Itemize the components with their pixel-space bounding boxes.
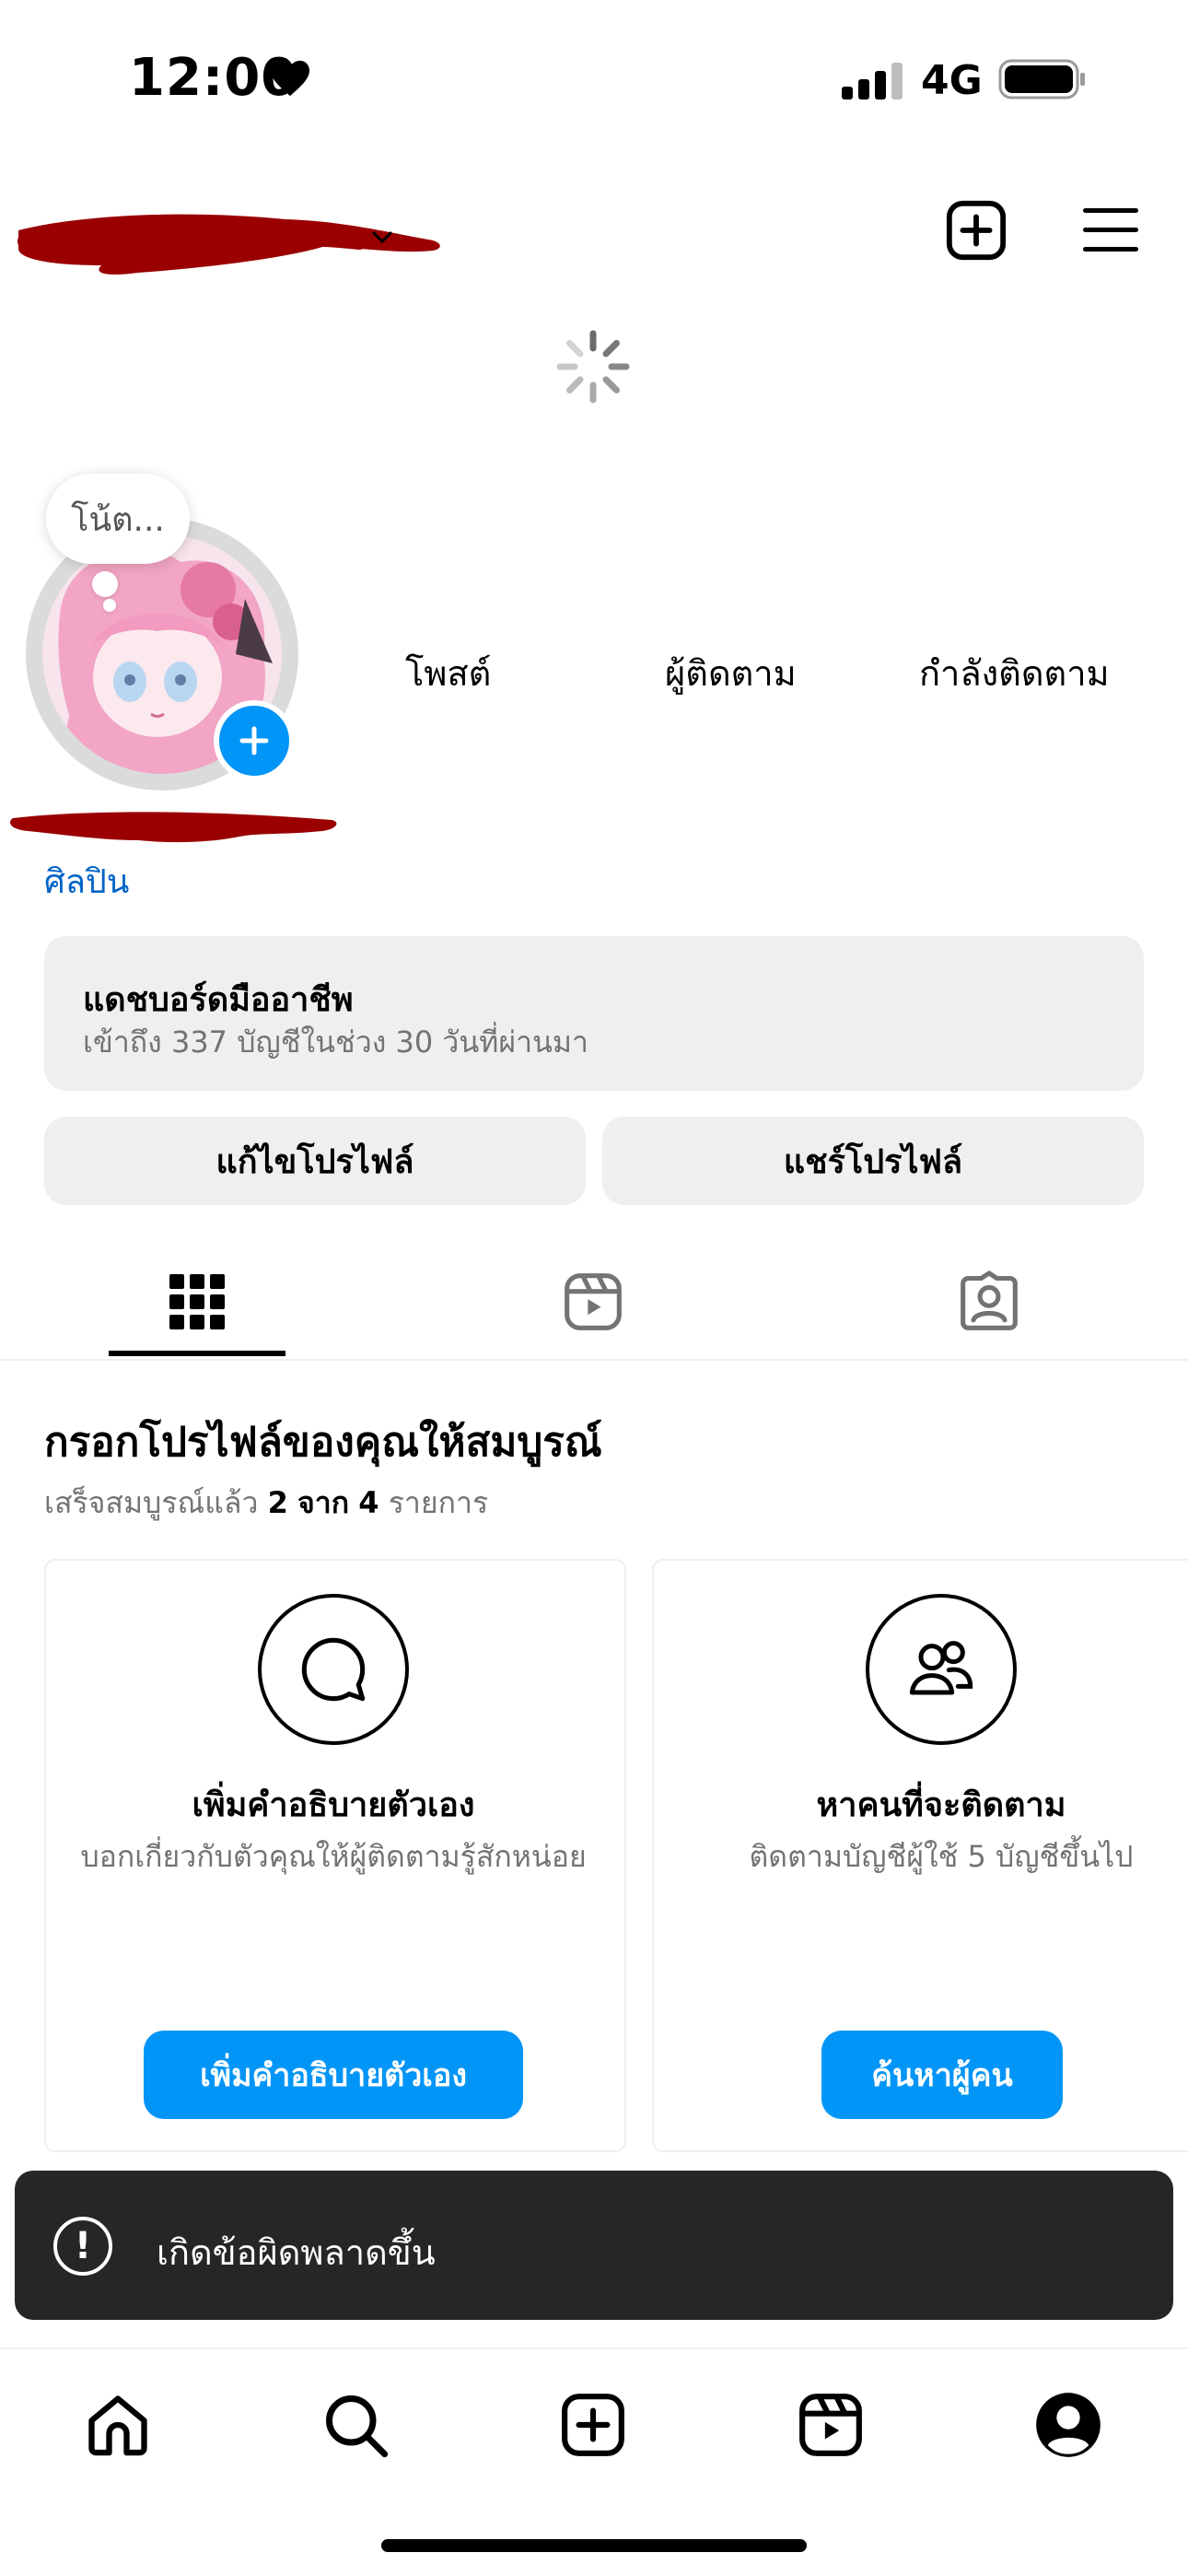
hamburger-menu-icon: [1083, 208, 1138, 252]
bio-icon-circle: [258, 1594, 409, 1745]
search-icon: [326, 2395, 389, 2458]
edit-profile-button[interactable]: แก้ไขโปรไฟล์: [44, 1117, 586, 1205]
redacted-username[interactable]: [9, 193, 451, 295]
complete-profile-progress: เสร็จสมบูรณ์แล้ว 2 จาก 4 รายการ: [44, 1480, 488, 1527]
exclamation-icon: !: [53, 2217, 112, 2276]
people-icon: [909, 1641, 973, 1695]
followers-stat[interactable]: ผู้ติดตาม: [665, 645, 797, 701]
dashboard-subtitle: เข้าถึง 337 บัญชีในช่วง 30 วันที่ผ่านมา: [83, 1025, 588, 1060]
active-tab-indicator: [109, 1351, 285, 1356]
speech-bubble-icon: [301, 1637, 366, 1702]
tab-tagged[interactable]: [934, 1260, 1044, 1343]
share-profile-button[interactable]: แชร์โปรไฟล์: [602, 1117, 1144, 1205]
find-people-desc: ติดตามบัญชีผู้ใช้ 5 บัญชีขึ้นไป: [749, 1839, 1134, 1874]
note-text: โน้ต...: [71, 500, 165, 539]
home-icon: [88, 2395, 147, 2456]
redacted-display-name: [10, 812, 337, 843]
battery-icon: [998, 59, 1085, 100]
tagged-user-icon: [961, 1270, 1018, 1330]
menu-button[interactable]: [1074, 193, 1147, 267]
reels-icon: [565, 1273, 622, 1330]
nav-home[interactable]: [72, 2379, 164, 2471]
nav-create[interactable]: [547, 2379, 639, 2471]
progress-suffix: รายการ: [388, 1485, 489, 1520]
progress-done: 2: [267, 1485, 288, 1520]
progress-prefix: เสร็จสมบูรณ์แล้ว: [44, 1485, 259, 1520]
bottom-nav-divider: [0, 2348, 1188, 2349]
create-post-button[interactable]: [939, 193, 1013, 267]
grid-icon: [169, 1274, 225, 1329]
network-label: 4G: [921, 57, 983, 104]
plus-square-icon: [946, 200, 1007, 261]
tab-reels[interactable]: [538, 1260, 648, 1343]
toast-message: เกิดข้อผิดพลาดขึ้น: [157, 2232, 436, 2273]
people-icon-circle: [866, 1594, 1017, 1745]
profile-icon: [1036, 2393, 1101, 2457]
plus-icon: [239, 726, 269, 755]
following-stat[interactable]: กำลังติดตาม: [919, 645, 1110, 701]
note-bubble-tail-small: [103, 599, 116, 612]
add-bio-title: เพิ่มคำอธิบายตัวเอง: [192, 1786, 475, 1824]
add-bio-button[interactable]: เพิ่มคำอธิบายตัวเอง: [144, 2031, 523, 2119]
heart-icon: [271, 60, 309, 97]
home-indicator: [381, 2539, 807, 2552]
progress-of: จาก: [297, 1485, 350, 1520]
posts-stat[interactable]: โพสต์: [405, 645, 491, 701]
dashboard-title: แดชบอร์ดมืออาชีพ: [83, 981, 354, 1019]
signal-icon: [842, 63, 903, 100]
profile-category[interactable]: ศิลปิน: [44, 855, 129, 907]
add-story-button[interactable]: [214, 700, 295, 781]
nav-search[interactable]: [309, 2379, 402, 2471]
add-bio-desc: บอกเกี่ยวกับตัวคุณให้ผู้ติดตามรู้สักหน่อ…: [80, 1839, 587, 1874]
reels-icon: [799, 2394, 862, 2456]
category-label: ศิลปิน: [44, 863, 130, 901]
note-bubble-tail: [92, 571, 118, 597]
find-people-title: หาคนที่จะติดตาม: [816, 1786, 1066, 1824]
nav-profile[interactable]: [1022, 2379, 1114, 2471]
create-icon: [562, 2394, 624, 2456]
nav-reels[interactable]: [785, 2379, 877, 2471]
progress-total: 4: [358, 1485, 379, 1520]
note-bubble[interactable]: โน้ต...: [46, 474, 190, 564]
find-people-button[interactable]: ค้นหาผู้คน: [821, 2031, 1063, 2119]
loading-spinner-icon: [556, 330, 630, 404]
complete-profile-title: กรอกโปรไฟล์ของคุณให้สมบูรณ์: [44, 1419, 602, 1466]
tab-divider: [0, 1359, 1188, 1361]
tab-posts-grid[interactable]: [142, 1260, 252, 1343]
